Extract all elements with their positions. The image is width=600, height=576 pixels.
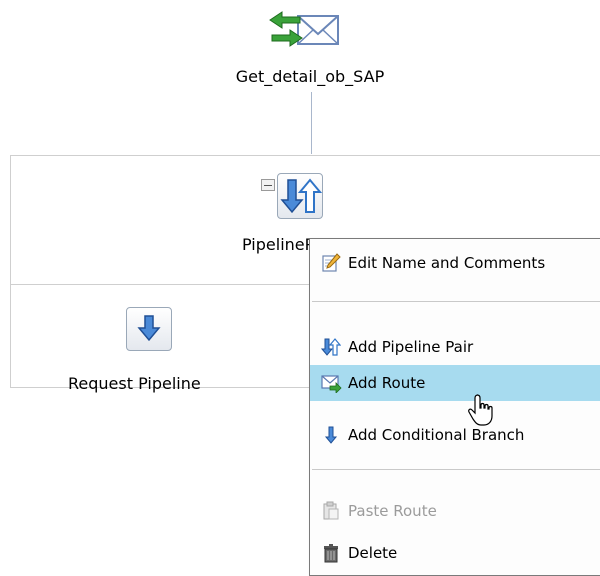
branch-icon — [320, 424, 342, 446]
menu-separator — [312, 469, 600, 470]
pipeline-pair-label: PipelineP — [242, 235, 315, 254]
menu-item-add-pipeline-pair[interactable]: Add Pipeline Pair — [310, 329, 600, 365]
paste-icon — [320, 500, 342, 522]
context-menu: Edit Name and Comments Add Pipeline Pair… — [309, 238, 600, 576]
menu-separator — [312, 301, 600, 302]
proxy-service-icon[interactable] — [268, 6, 348, 52]
proxy-service-label: Get_detail_ob_SAP — [235, 67, 385, 86]
menu-item-delete[interactable]: Delete — [310, 535, 600, 571]
menu-item-edit-name[interactable]: Edit Name and Comments — [310, 245, 600, 281]
connector-line — [311, 92, 312, 154]
pipeline-pair-icon — [320, 336, 342, 358]
menu-item-add-route[interactable]: Add Route — [310, 365, 600, 401]
edit-icon — [320, 252, 342, 274]
request-pipeline-label: Request Pipeline — [68, 374, 201, 393]
pipeline-pair-icon[interactable] — [277, 173, 323, 219]
collapse-icon[interactable] — [261, 179, 275, 191]
menu-item-paste-route[interactable]: Paste Route — [310, 493, 600, 529]
hand-cursor-icon — [468, 393, 498, 429]
menu-item-add-conditional-branch[interactable]: Add Conditional Branch — [310, 417, 600, 453]
request-pipeline-icon[interactable] — [126, 307, 172, 351]
trash-icon — [320, 542, 342, 564]
route-icon — [320, 372, 342, 394]
